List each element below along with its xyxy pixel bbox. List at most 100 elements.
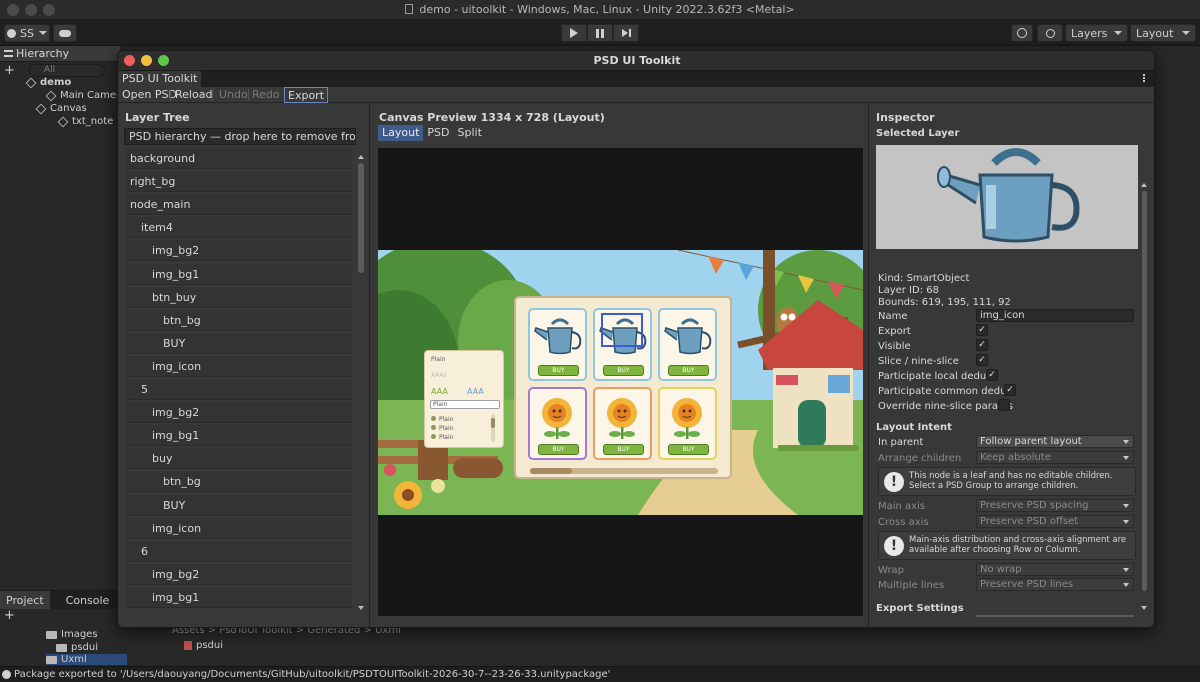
preview-scene[interactable]: Plain AAAs AAA AAA Plain Plain Plain Pla…	[378, 250, 863, 515]
layers-dropdown[interactable]: Layers	[1065, 24, 1128, 42]
preview-viewport[interactable]: Plain AAAs AAA AAA Plain Plain Plain Pla…	[378, 148, 863, 616]
hierarchy-search-input[interactable]: All	[28, 63, 105, 77]
local-dedup-checkbox[interactable]: ✓	[986, 369, 998, 381]
shop-item-card[interactable]: BUY	[658, 308, 717, 381]
tab-psd-ui-toolkit[interactable]: PSD UI Toolkit	[118, 71, 202, 87]
search-button[interactable]	[1037, 24, 1063, 42]
pause-button[interactable]	[587, 24, 613, 42]
layer-tree-row[interactable]: node_main	[126, 194, 352, 216]
buy-button[interactable]: BUY	[603, 444, 644, 455]
buy-button[interactable]: BUY	[668, 365, 709, 376]
layer-tree-row[interactable]: img_bg1	[126, 263, 352, 285]
shop-item-card[interactable]: BUY	[593, 308, 652, 381]
close-window-icon[interactable]	[124, 55, 135, 66]
shop-item-card[interactable]: BUY	[593, 387, 652, 460]
style-slider[interactable]	[491, 414, 495, 442]
layer-tree-row[interactable]: img_bg2	[126, 563, 352, 585]
style-radio[interactable]: Plain	[431, 433, 453, 442]
scroll-down-icon[interactable]	[358, 606, 364, 610]
export-button[interactable]: Export	[284, 87, 329, 103]
shop-item-card[interactable]: BUY	[528, 387, 587, 460]
buy-button[interactable]: BUY	[603, 365, 644, 376]
scroll-down-icon[interactable]	[1141, 606, 1147, 610]
in-parent-select[interactable]: Follow parent layout	[976, 435, 1134, 448]
wrap-label: Wrap	[878, 565, 905, 576]
tab-console[interactable]: Console	[60, 591, 116, 609]
sunflower-icon	[607, 398, 637, 439]
tab-layout[interactable]: Layout	[378, 125, 424, 141]
shop-item-card[interactable]: BUY	[528, 308, 587, 381]
layer-tree-row[interactable]: img_bg2	[126, 402, 352, 424]
step-button[interactable]	[613, 24, 639, 42]
layout-dropdown[interactable]: Layout	[1130, 24, 1196, 42]
visible-checkbox[interactable]: ✓	[976, 339, 988, 351]
buy-button[interactable]: BUY	[538, 365, 579, 376]
layer-tree-row[interactable]: img_icon	[126, 355, 352, 377]
style-panel[interactable]: Plain AAAs AAA AAA Plain Plain Plain Pla…	[424, 350, 504, 448]
play-controls	[561, 24, 639, 42]
scroll-up-icon[interactable]	[358, 155, 364, 159]
arrange-select[interactable]: Keep absolute	[976, 451, 1134, 464]
shop-item-card[interactable]: BUY	[658, 387, 717, 460]
status-message[interactable]: Package exported to '/Users/daouyang/Doc…	[14, 669, 610, 680]
more-menu-icon[interactable]	[1143, 74, 1146, 84]
account-dropdown[interactable]: SS	[4, 24, 50, 42]
layer-tree-row[interactable]: img_bg1	[126, 586, 352, 608]
layer-tree-row[interactable]: right_bg	[126, 171, 352, 193]
redo-button[interactable]: Redo	[249, 87, 283, 103]
style-radio[interactable]: Plain	[431, 415, 453, 424]
common-dedup-checkbox[interactable]: ✓	[1004, 384, 1016, 396]
layer-tree-row[interactable]: buy	[126, 448, 352, 470]
tab-split[interactable]: Split	[454, 125, 486, 141]
layer-tree-row[interactable]: item4	[126, 217, 352, 239]
project-file-psdui[interactable]: psdui	[184, 640, 223, 651]
slice-checkbox[interactable]: ✓	[976, 354, 988, 366]
cross-axis-select[interactable]: Preserve PSD offset	[976, 515, 1134, 528]
history-button[interactable]	[1011, 24, 1033, 42]
layer-tree-row[interactable]: btn_bg	[126, 309, 352, 331]
layer-tree-row[interactable]: img_icon	[126, 517, 352, 539]
layer-tree-dropzone[interactable]: PSD hierarchy — drop here to remove from…	[124, 128, 356, 145]
hierarchy-item-main-camera[interactable]: Main Camera	[45, 89, 126, 102]
main-axis-select[interactable]: Preserve PSD spacing	[976, 499, 1134, 512]
layer-tree-row[interactable]: btn_bg	[126, 471, 352, 493]
layer-tree-row[interactable]: img_bg2	[126, 240, 352, 262]
folder-uxml[interactable]: Uxml	[46, 654, 127, 665]
export-checkbox[interactable]: ✓	[976, 324, 988, 336]
layer-tree-row[interactable]: btn_buy	[126, 286, 352, 308]
inspector-scrollbar[interactable]	[1142, 191, 1147, 591]
minimize-window-icon[interactable]	[141, 55, 152, 66]
hierarchy-item-txt-note[interactable]: txt_note	[57, 115, 113, 128]
reload-button[interactable]: Reload	[172, 87, 215, 103]
wrap-select[interactable]: No wrap	[976, 563, 1134, 576]
folder-images[interactable]: Images	[46, 629, 98, 640]
layer-tree-row[interactable]: 6	[126, 540, 352, 562]
buy-button[interactable]: BUY	[668, 444, 709, 455]
scroll-thumb[interactable]	[358, 163, 364, 273]
tab-psd[interactable]: PSD	[423, 125, 453, 141]
layer-tree-row[interactable]: img_bg1	[126, 425, 352, 447]
cloud-button[interactable]	[53, 24, 77, 42]
layer-tree-row[interactable]: background	[126, 148, 352, 169]
override-checkbox[interactable]	[998, 399, 1010, 411]
layer-tree-row[interactable]: 5	[126, 379, 352, 400]
multiple-lines-select[interactable]: Preserve PSD lines	[976, 578, 1134, 591]
undo-button[interactable]: Undo	[216, 87, 251, 103]
folder-psdui[interactable]: psdui	[56, 642, 98, 653]
layer-tree-row[interactable]: BUY	[126, 332, 352, 354]
add-icon[interactable]: +	[4, 608, 15, 623]
zoom-window-icon[interactable]	[158, 55, 169, 66]
hierarchy-item-canvas[interactable]: Canvas	[35, 102, 87, 115]
layer-tree-scrollbar[interactable]	[358, 161, 364, 611]
scroll-up-icon[interactable]	[1141, 183, 1147, 187]
add-icon[interactable]: +	[4, 63, 15, 78]
tab-hierarchy[interactable]: Hierarchy	[0, 46, 120, 62]
play-button[interactable]	[561, 24, 587, 42]
style-input[interactable]: Plain	[430, 400, 500, 409]
name-field[interactable]: img_icon	[976, 309, 1134, 322]
style-radio[interactable]: Plain	[431, 424, 453, 433]
layer-tree-row[interactable]: BUY	[126, 494, 352, 516]
tab-project[interactable]: Project	[0, 591, 50, 609]
buy-button[interactable]: BUY	[538, 444, 579, 455]
hierarchy-item-demo[interactable]: demo	[25, 76, 71, 89]
